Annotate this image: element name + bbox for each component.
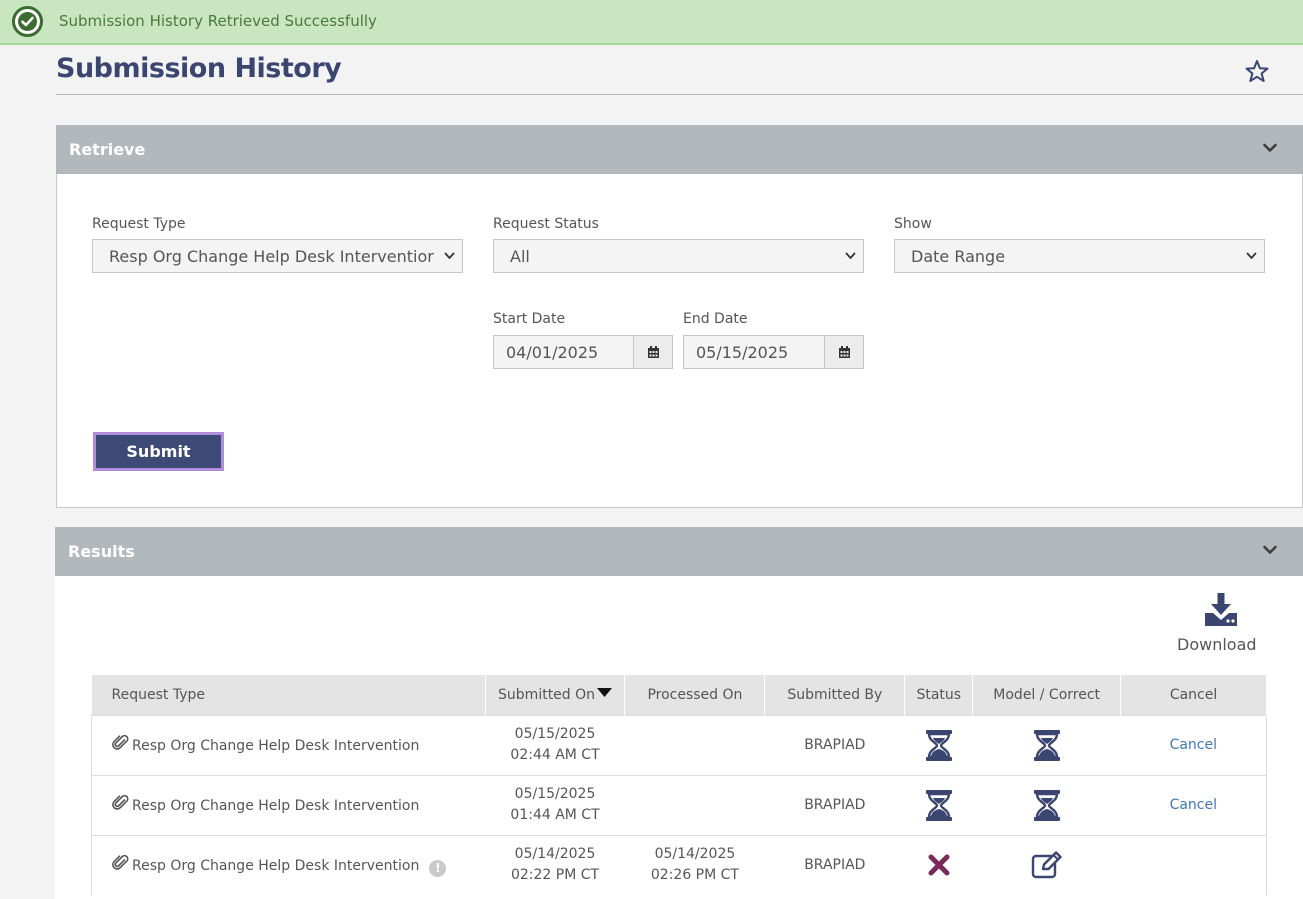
processed-on-cell: 05/14/2025 02:26 PM CT [624, 834, 765, 895]
request-type-text: Resp Org Change Help Desk Intervention [132, 797, 420, 814]
request-type-select[interactable]: Resp Org Change Help Desk Interventior [92, 239, 463, 273]
submitted-time: 01:44 AM CT [510, 807, 600, 823]
cancel-cell [1120, 834, 1267, 895]
check-circle-icon [12, 6, 43, 37]
status-cell [904, 774, 973, 835]
hourglass-icon [925, 729, 952, 761]
chevron-down-icon [444, 252, 455, 259]
submitted-time: 02:44 AM CT [510, 747, 600, 763]
request-type-text: Resp Org Change Help Desk Intervention [132, 857, 420, 874]
cancel-cell: Cancel [1120, 774, 1267, 835]
submitted-date: 05/15/2025 [514, 726, 596, 742]
submit-button-label: Submit [126, 442, 191, 461]
paperclip-icon[interactable] [112, 794, 130, 812]
processed-on-cell [624, 774, 765, 835]
edit-icon[interactable] [1031, 851, 1063, 879]
request-type-text: Resp Org Change Help Desk Intervention [132, 737, 420, 754]
request-type-value: Resp Org Change Help Desk Interventior [109, 246, 434, 266]
show-label: Show [894, 216, 932, 232]
request-type-cell: Resp Org Change Help Desk Intervention! [91, 834, 486, 895]
request-status-label: Request Status [493, 216, 599, 232]
chevron-down-icon [845, 252, 856, 259]
request-type-label: Request Type [92, 216, 186, 232]
submitted-on-cell: 05/14/2025 02:22 PM CT [485, 834, 625, 895]
model-correct-cell [972, 834, 1121, 895]
table-row: Resp Org Change Help Desk Intervention 0… [91, 774, 1267, 835]
column-header-submitted-on[interactable]: Submitted On [485, 675, 626, 715]
retrieve-panel-header[interactable]: Retrieve [56, 125, 1303, 174]
column-header-request-type[interactable]: Request Type [91, 675, 486, 715]
request-status-value: All [510, 246, 530, 266]
paperclip-icon[interactable] [112, 854, 130, 872]
processed-on-cell [624, 714, 765, 775]
retrieve-panel-title: Retrieve [69, 140, 146, 159]
chevron-down-icon[interactable] [1263, 545, 1277, 555]
x-icon [928, 854, 950, 876]
model-correct-cell [972, 714, 1121, 775]
show-value: Date Range [911, 246, 1006, 266]
submitted-on-cell: 05/15/2025 02:44 AM CT [485, 714, 625, 775]
download-label: Download [1177, 635, 1257, 654]
banner-message: Submission History Retrieved Successfull… [59, 12, 377, 30]
column-header-submitted-by[interactable]: Submitted By [764, 675, 906, 715]
cancel-link[interactable]: Cancel [1170, 737, 1217, 753]
table-row: Resp Org Change Help Desk Intervention! … [91, 834, 1267, 895]
page-title: Submission History [56, 53, 342, 84]
submitted-by-cell: BRAPIAD [764, 834, 905, 895]
results-panel-title: Results [68, 542, 135, 561]
show-select[interactable]: Date Range [894, 239, 1265, 273]
sort-desc-icon [597, 687, 613, 697]
results-table: Request Type Submitted On Processed On S… [91, 675, 1267, 895]
start-date-label: Start Date [493, 311, 566, 327]
start-date-input[interactable]: 04/01/2025 [494, 336, 634, 368]
request-type-cell: Resp Org Change Help Desk Intervention [91, 714, 486, 775]
results-panel-header[interactable]: Results [55, 527, 1303, 576]
end-date-input[interactable]: 05/15/2025 [684, 336, 825, 368]
submitted-date: 05/14/2025 [514, 846, 596, 863]
status-cell [904, 834, 973, 895]
end-date-calendar-button[interactable] [825, 336, 863, 368]
processed-date: 05/14/2025 [654, 846, 736, 863]
retrieve-panel-body [56, 174, 1303, 508]
table-row: Resp Org Change Help Desk Intervention 0… [91, 714, 1267, 775]
cancel-cell: Cancel [1120, 714, 1267, 775]
download-icon [1205, 593, 1237, 626]
warning-icon[interactable]: ! [429, 859, 447, 877]
submitted-by-cell: BRAPIAD [764, 714, 905, 775]
chevron-down-icon[interactable] [1263, 143, 1277, 153]
title-divider [56, 94, 1303, 95]
hourglass-icon [1033, 729, 1060, 761]
processed-time: 02:26 PM CT [650, 867, 739, 884]
model-correct-cell [972, 774, 1121, 835]
column-header-status[interactable]: Status [904, 675, 974, 715]
calendar-icon [647, 345, 659, 358]
download-button[interactable]: Download [1170, 593, 1270, 657]
end-date-group: 05/15/2025 [683, 335, 864, 369]
start-date-group: 04/01/2025 [493, 335, 673, 369]
column-header-cancel: Cancel [1120, 675, 1267, 715]
hourglass-icon [1033, 789, 1060, 821]
table-header-row: Request Type Submitted On Processed On S… [91, 675, 1267, 715]
column-header-processed-on[interactable]: Processed On [624, 675, 766, 715]
success-banner: Submission History Retrieved Successfull… [0, 0, 1303, 45]
start-date-calendar-button[interactable] [634, 336, 672, 368]
status-cell [904, 714, 973, 775]
favorite-star-icon[interactable] [1243, 58, 1271, 86]
submit-button[interactable]: Submit [93, 432, 224, 471]
cancel-link[interactable]: Cancel [1170, 797, 1217, 813]
chevron-down-icon [1246, 252, 1257, 259]
submitted-by-cell: BRAPIAD [764, 774, 905, 835]
column-header-model-correct[interactable]: Model / Correct [972, 675, 1122, 715]
request-type-cell: Resp Org Change Help Desk Intervention [91, 774, 486, 835]
hourglass-icon [925, 789, 952, 821]
paperclip-icon[interactable] [112, 734, 130, 752]
submitted-date: 05/15/2025 [514, 786, 596, 802]
end-date-label: End Date [683, 311, 748, 327]
submitted-time: 02:22 PM CT [510, 867, 600, 884]
submitted-on-cell: 05/15/2025 01:44 AM CT [485, 774, 625, 835]
column-header-submitted-on-label: Submitted On [498, 686, 596, 703]
calendar-icon [838, 345, 850, 358]
request-status-select[interactable]: All [493, 239, 864, 273]
